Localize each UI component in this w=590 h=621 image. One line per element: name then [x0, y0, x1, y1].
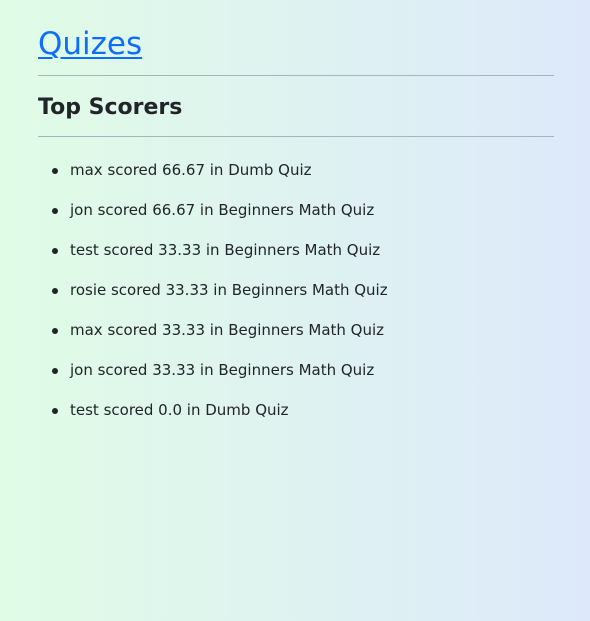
- list-item: test scored 33.33 in Beginners Math Quiz: [38, 230, 554, 270]
- header-divider: [38, 75, 554, 76]
- bullet-icon: [52, 208, 58, 214]
- list-item: jon scored 33.33 in Beginners Math Quiz: [38, 350, 554, 390]
- bullet-icon: [52, 248, 58, 254]
- bullet-icon: [52, 368, 58, 374]
- quizes-home-link[interactable]: Quizes: [38, 26, 142, 62]
- score-text: max scored 66.67 in Dumb Quiz: [70, 161, 312, 179]
- bullet-icon: [52, 168, 58, 174]
- bullet-icon: [52, 288, 58, 294]
- list-item: max scored 33.33 in Beginners Math Quiz: [38, 310, 554, 350]
- list-item: jon scored 66.67 in Beginners Math Quiz: [38, 190, 554, 230]
- list-item: max scored 66.67 in Dumb Quiz: [38, 150, 554, 190]
- score-text: rosie scored 33.33 in Beginners Math Qui…: [70, 281, 388, 299]
- score-text: jon scored 33.33 in Beginners Math Quiz: [70, 361, 375, 379]
- section-divider: [38, 136, 554, 137]
- list-item: test scored 0.0 in Dumb Quiz: [38, 390, 554, 430]
- bullet-icon: [52, 328, 58, 334]
- top-scorers-list: max scored 66.67 in Dumb Quiz jon scored…: [38, 150, 554, 430]
- bullet-icon: [52, 408, 58, 414]
- list-item: rosie scored 33.33 in Beginners Math Qui…: [38, 270, 554, 310]
- page-container: Quizes Top Scorers max scored 66.67 in D…: [0, 0, 590, 430]
- score-text: jon scored 66.67 in Beginners Math Quiz: [70, 201, 375, 219]
- score-text: max scored 33.33 in Beginners Math Quiz: [70, 321, 385, 339]
- score-text: test scored 33.33 in Beginners Math Quiz: [70, 241, 381, 259]
- top-scorers-heading: Top Scorers: [38, 95, 183, 120]
- score-text: test scored 0.0 in Dumb Quiz: [70, 401, 289, 419]
